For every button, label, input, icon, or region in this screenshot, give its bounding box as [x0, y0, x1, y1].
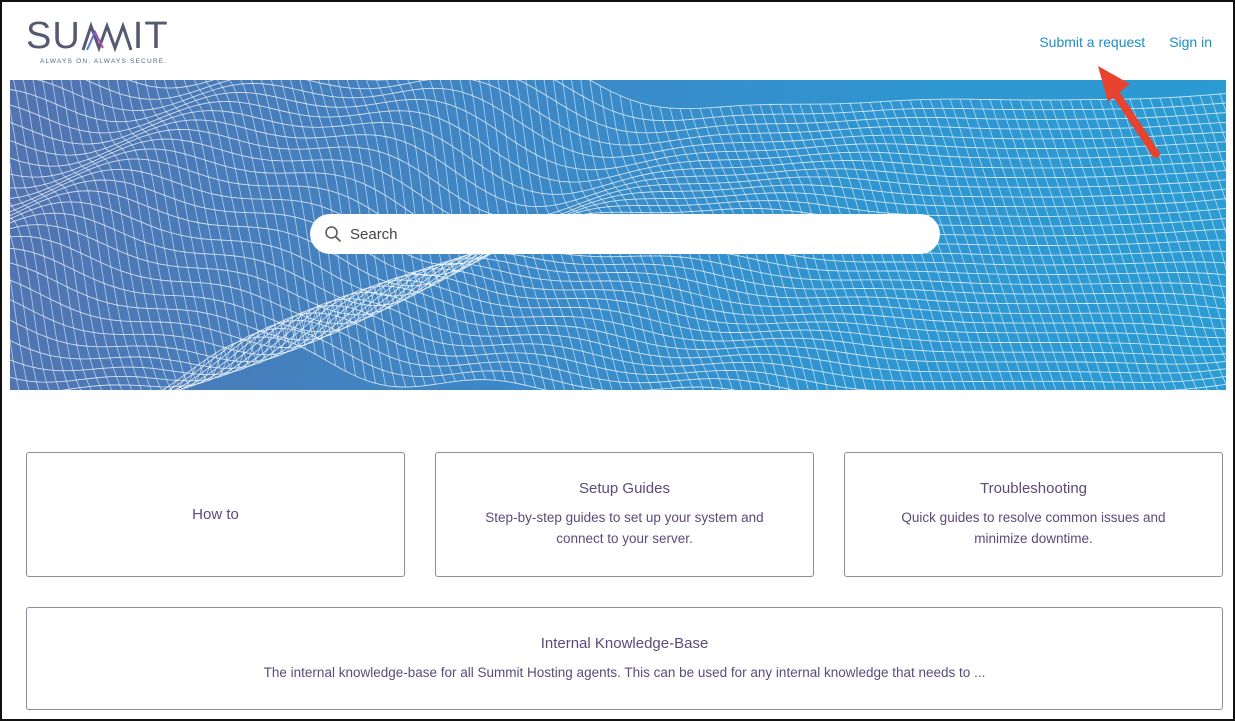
- search-input[interactable]: [350, 225, 910, 243]
- category-description: Quick guides to resolve common issues an…: [901, 510, 1166, 546]
- category-card-internal-knowledge-base[interactable]: Internal Knowledge-Base The internal kno…: [26, 607, 1223, 710]
- logo-text-end: IT: [132, 15, 169, 57]
- category-title: Setup Guides: [579, 480, 670, 497]
- logo-tagline: ALWAYS ON. ALWAYS SECURE.: [40, 58, 168, 65]
- site-header: SU IT ALWAYS ON. ALWAYS SECURE. Submit a…: [10, 10, 1226, 80]
- category-title: Internal Knowledge-Base: [540, 634, 709, 652]
- mm-logo-mark-icon: [81, 21, 133, 53]
- category-description: The internal knowledge-base for all Summ…: [263, 664, 986, 680]
- annotation-arrow-icon: [1098, 66, 1160, 158]
- category-card-how-to[interactable]: How to: [26, 452, 405, 577]
- category-title: How to: [192, 506, 239, 523]
- summit-logo[interactable]: SU IT ALWAYS ON. ALWAYS SECURE.: [26, 16, 216, 72]
- search-bar[interactable]: [310, 214, 940, 254]
- sign-in-link[interactable]: Sign in: [1169, 34, 1212, 50]
- logo-wordmark: SU IT: [26, 15, 169, 57]
- category-card-troubleshooting[interactable]: Troubleshooting Quick guides to resolve …: [844, 452, 1223, 577]
- category-description: Step-by-step guides to set up your syste…: [485, 510, 764, 546]
- submit-request-link[interactable]: Submit a request: [1039, 34, 1145, 50]
- search-icon: [325, 226, 341, 242]
- hero-banner: [10, 80, 1226, 390]
- category-card-setup-guides[interactable]: Setup Guides Step-by-step guides to set …: [435, 452, 814, 577]
- category-title: Troubleshooting: [979, 480, 1087, 497]
- header-nav: Submit a request Sign in: [1039, 34, 1212, 50]
- logo-text-start: SU: [26, 15, 81, 57]
